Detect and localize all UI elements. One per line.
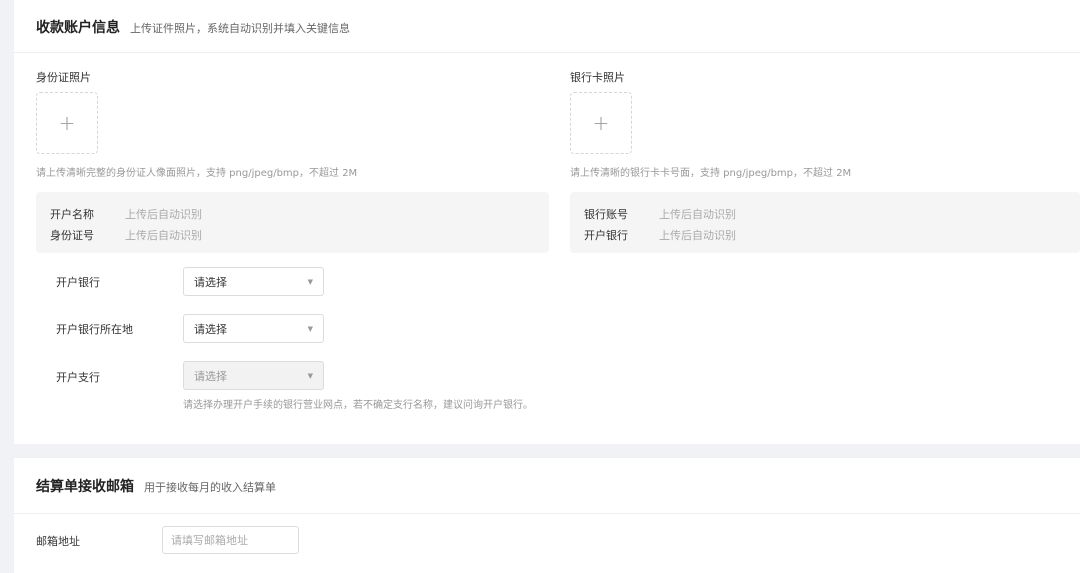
id-card-upload-button[interactable]: + [36,92,98,154]
branch-select-hint: 请选择办理开户手续的银行营业网点，若不确定支行名称，建议问询开户银行。 [183,400,533,411]
email-section-title: 结算单接收邮箱 [36,479,134,495]
bank-select-label: 开户银行 [56,276,100,289]
account-section-subtitle: 上传证件照片，系统自动识别并填入关键信息 [130,22,350,35]
info-value: 上传后自动识别 [659,208,736,221]
bank-card-upload-button[interactable]: + [570,92,632,154]
plus-icon: + [592,111,610,135]
bank-select-value: 请选择 [194,275,227,289]
bank-location-select-label: 开户银行所在地 [56,323,133,336]
info-value: 上传后自动识别 [125,229,202,242]
email-address-input[interactable] [162,526,299,554]
bank-select[interactable]: 请选择 ▼ [183,267,324,296]
header-divider [14,52,1080,53]
branch-select-value: 请选择 [194,369,227,383]
info-key: 开户名称 [50,208,94,221]
info-row-bank-account: 银行账号 上传后自动识别 [584,206,736,222]
info-row-account-name: 开户名称 上传后自动识别 [50,206,202,222]
caret-down-icon: ▼ [307,324,313,333]
branch-select-label: 开户支行 [56,371,100,384]
info-key: 开户银行 [584,229,628,242]
caret-down-icon: ▼ [307,371,313,380]
account-section-title: 收款账户信息 [36,20,120,36]
info-row-id-number: 身份证号 上传后自动识别 [50,227,202,243]
bank-location-select-value: 请选择 [194,322,227,336]
plus-icon: + [58,111,76,135]
info-key: 身份证号 [50,229,94,242]
email-header-divider [14,513,1080,514]
bank-location-select[interactable]: 请选择 ▼ [183,314,324,343]
id-card-upload-hint: 请上传清晰完整的身份证人像面照片，支持 png/jpeg/bmp，不超过 2M [36,168,358,179]
settlement-email-card: 结算单接收邮箱 用于接收每月的收入结算单 邮箱地址 [14,458,1080,573]
info-key: 银行账号 [584,208,628,221]
info-value: 上传后自动识别 [659,229,736,242]
id-card-info-panel: 开户名称 上传后自动识别 身份证号 上传后自动识别 [36,192,549,253]
info-value: 上传后自动识别 [125,208,202,221]
bank-card-info-panel: 银行账号 上传后自动识别 开户银行 上传后自动识别 [570,192,1080,253]
id-card-photo-label: 身份证照片 [36,71,91,84]
branch-select[interactable]: 请选择 ▼ [183,361,324,390]
bank-card-upload-hint: 请上传清晰的银行卡卡号面，支持 png/jpeg/bmp，不超过 2M [570,168,852,179]
bank-card-photo-label: 银行卡照片 [570,71,625,84]
info-row-bank-name: 开户银行 上传后自动识别 [584,227,736,243]
account-section-header: 收款账户信息 上传证件照片，系统自动识别并填入关键信息 [36,17,350,37]
email-section-header: 结算单接收邮箱 用于接收每月的收入结算单 [36,476,276,496]
account-info-card: 收款账户信息 上传证件照片，系统自动识别并填入关键信息 身份证照片 + 请上传清… [14,0,1080,444]
caret-down-icon: ▼ [307,277,313,286]
email-section-subtitle: 用于接收每月的收入结算单 [144,481,276,494]
email-address-label: 邮箱地址 [36,535,80,548]
